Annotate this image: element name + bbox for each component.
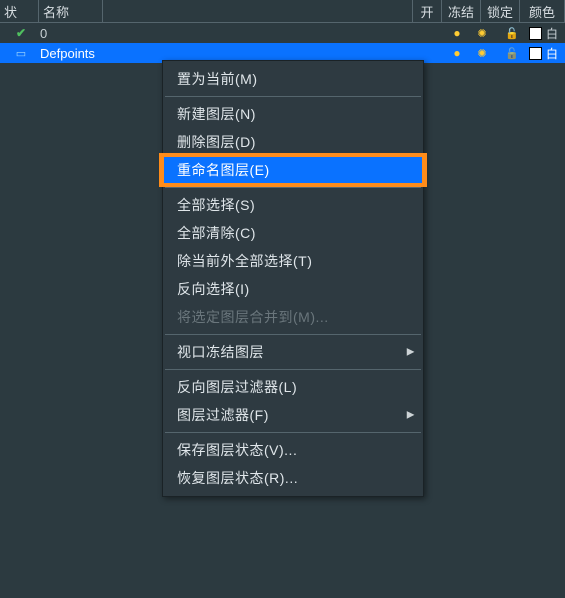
layer-name: Defpoints (36, 46, 447, 61)
menu-label: 重命名图层(E) (177, 160, 270, 180)
check-icon: ✔ (16, 26, 26, 40)
menu-clear-all[interactable]: 全部清除(C) (163, 219, 423, 247)
color-swatch[interactable] (529, 47, 542, 60)
menu-label: 删除图层(D) (177, 132, 256, 152)
menu-label: 将选定图层合并到(M)... (177, 307, 329, 327)
sun-icon[interactable]: ✺ (477, 27, 486, 40)
col-name[interactable]: 名称 (39, 0, 103, 22)
menu-restore-layer-state[interactable]: 恢复图层状态(R)... (163, 464, 423, 492)
col-freeze-label: 冻结 (448, 2, 474, 21)
color-label: 白 (546, 45, 558, 62)
menu-set-current[interactable]: 置为当前(M) (163, 65, 423, 93)
layer-status-icon: ▭ (16, 47, 26, 60)
menu-label: 除当前外全部选择(T) (177, 251, 312, 271)
menu-separator (165, 96, 421, 97)
menu-label: 置为当前(M) (177, 69, 258, 89)
menu-save-layer-state[interactable]: 保存图层状态(V)... (163, 436, 423, 464)
menu-label: 新建图层(N) (177, 104, 256, 124)
col-status-label: 状 (4, 2, 17, 21)
color-label: 白 (546, 25, 558, 42)
menu-invert-selection[interactable]: 反向选择(I) (163, 275, 423, 303)
menu-separator (165, 334, 421, 335)
menu-separator (165, 187, 421, 188)
menu-viewport-freeze[interactable]: 视口冻结图层 ▶ (163, 338, 423, 366)
chevron-right-icon: ▶ (407, 347, 415, 358)
chevron-right-icon: ▶ (407, 410, 415, 421)
col-lock[interactable]: 锁定 (481, 0, 520, 22)
menu-select-all[interactable]: 全部选择(S) (163, 191, 423, 219)
menu-invert-filter[interactable]: 反向图层过滤器(L) (163, 373, 423, 401)
col-spacer (103, 0, 413, 22)
menu-new-layer[interactable]: 新建图层(N) (163, 100, 423, 128)
menu-merge-selected: 将选定图层合并到(M)... (163, 303, 423, 331)
menu-label: 恢复图层状态(R)... (177, 468, 298, 488)
menu-label: 全部选择(S) (177, 195, 255, 215)
menu-label: 反向图层过滤器(L) (177, 377, 297, 397)
lightbulb-icon[interactable]: ● (453, 26, 460, 40)
col-color[interactable]: 颜色 (520, 0, 565, 22)
lightbulb-icon[interactable]: ● (453, 46, 460, 60)
layer-table-header: 状 名称 开 冻结 锁定 颜色 (0, 0, 565, 23)
menu-separator (165, 369, 421, 370)
menu-label: 全部清除(C) (177, 223, 256, 243)
layer-row[interactable]: ✔ 0 ● ✺ 🔓 白 (0, 23, 565, 43)
menu-label: 反向选择(I) (177, 279, 250, 299)
menu-label: 保存图层状态(V)... (177, 440, 297, 460)
col-open-label: 开 (420, 2, 433, 21)
sun-icon[interactable]: ✺ (477, 47, 486, 60)
menu-select-all-but-current[interactable]: 除当前外全部选择(T) (163, 247, 423, 275)
menu-layer-filter[interactable]: 图层过滤器(F) ▶ (163, 401, 423, 429)
col-name-label: 名称 (43, 2, 69, 21)
lock-icon[interactable]: 🔓 (505, 47, 519, 60)
menu-label: 图层过滤器(F) (177, 405, 269, 425)
col-freeze[interactable]: 冻结 (442, 0, 481, 22)
context-menu: 置为当前(M) 新建图层(N) 删除图层(D) 重命名图层(E) 全部选择(S)… (162, 60, 424, 497)
lock-icon[interactable]: 🔓 (505, 27, 519, 40)
col-lock-label: 锁定 (487, 2, 513, 21)
col-status[interactable]: 状 (0, 0, 39, 22)
menu-separator (165, 432, 421, 433)
menu-label: 视口冻结图层 (177, 342, 264, 362)
col-color-label: 颜色 (529, 2, 555, 21)
menu-rename-layer[interactable]: 重命名图层(E) (163, 156, 423, 184)
layer-list: ✔ 0 ● ✺ 🔓 白 ▭ Defpoints ● ✺ 🔓 白 (0, 23, 565, 63)
menu-delete-layer[interactable]: 删除图层(D) (163, 128, 423, 156)
col-open[interactable]: 开 (413, 0, 442, 22)
color-swatch[interactable] (529, 27, 542, 40)
layer-name: 0 (36, 26, 447, 41)
